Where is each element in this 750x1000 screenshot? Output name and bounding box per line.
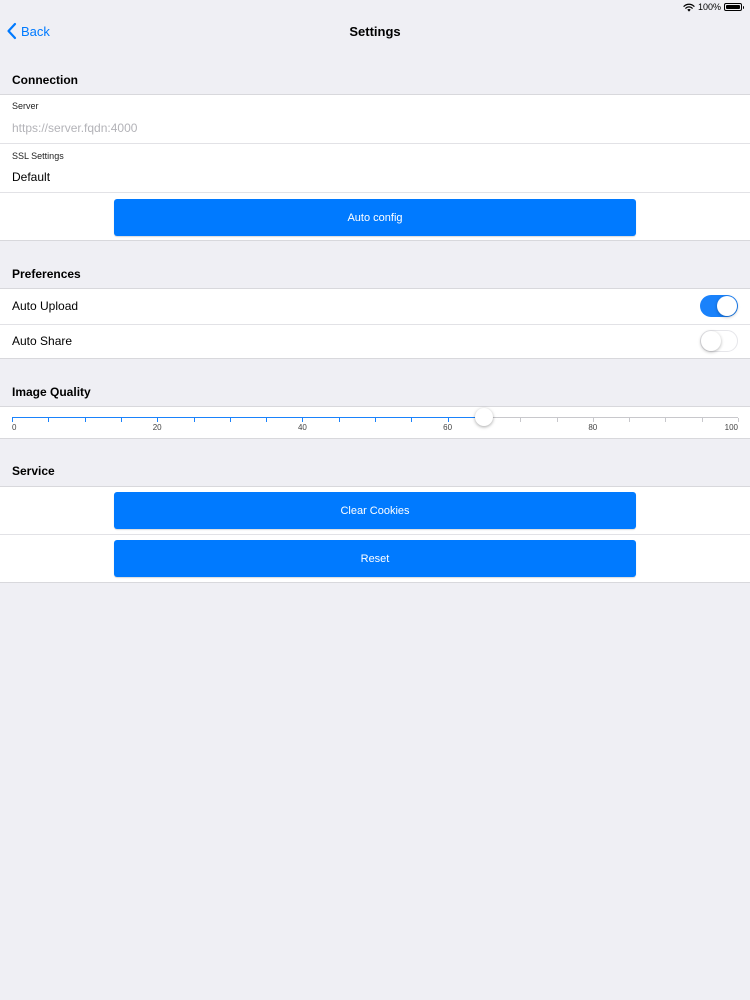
- slider-tick: [447, 418, 449, 422]
- slider-tick: [48, 418, 50, 422]
- slider-tick: [520, 418, 522, 422]
- reset-button[interactable]: Reset: [114, 540, 636, 577]
- preferences-group: Auto Upload Auto Share: [0, 288, 750, 359]
- slider-tick-label: 40: [297, 423, 307, 432]
- slider-thumb[interactable]: [474, 408, 493, 426]
- slider-tick-label: 80: [588, 423, 598, 432]
- auto-share-toggle[interactable]: [700, 330, 738, 352]
- service-group: Clear Cookies Reset: [0, 486, 750, 583]
- toggle-knob: [700, 330, 721, 351]
- auto-upload-toggle[interactable]: [700, 295, 738, 317]
- status-indicators: 100%: [683, 2, 744, 12]
- image-quality-group: 0 20 40 60 80 100: [0, 406, 750, 439]
- ssl-settings-value[interactable]: Default: [12, 170, 50, 184]
- slider-tick: [629, 418, 631, 422]
- connection-header: Connection: [12, 73, 78, 87]
- battery-icon: [724, 3, 744, 11]
- slider-tick: [556, 418, 558, 422]
- page-title: Settings: [349, 24, 401, 39]
- slider-tick: [12, 418, 13, 422]
- slider-tick: [375, 418, 376, 422]
- server-label: Server: [12, 101, 39, 111]
- slider-tick-label: 0: [12, 423, 17, 432]
- preferences-header: Preferences: [12, 267, 81, 281]
- slider-tick: [229, 418, 231, 422]
- slider-tick: [157, 418, 159, 422]
- slider-tick: [411, 418, 413, 422]
- connection-group: Server SSL Settings Default Auto config: [0, 94, 750, 241]
- slider-track-fill: [12, 417, 484, 418]
- navigation-bar: Back Settings: [0, 14, 750, 50]
- slider-tick-label: 20: [152, 423, 162, 432]
- slider-tick-label: 60: [443, 423, 453, 432]
- slider-tick-label: 100: [724, 423, 738, 432]
- slider-tick: [84, 418, 86, 422]
- row-separator: [0, 324, 750, 325]
- toggle-knob: [717, 296, 737, 316]
- row-separator: [0, 192, 750, 193]
- auto-config-button[interactable]: Auto config: [114, 199, 636, 236]
- slider-tick: [302, 418, 304, 422]
- row-separator: [0, 143, 750, 144]
- status-bar: 100%: [0, 0, 750, 14]
- battery-percentage: 100%: [697, 2, 721, 12]
- auto-upload-label: Auto Upload: [12, 299, 79, 313]
- image-quality-slider[interactable]: 0 20 40 60 80 100: [12, 407, 739, 437]
- ssl-settings-label: SSL Settings: [12, 151, 64, 161]
- slider-tick: [120, 418, 122, 422]
- row-separator: [0, 534, 750, 535]
- slider-tick: [665, 418, 667, 422]
- service-header: Service: [12, 464, 55, 478]
- slider-tick: [592, 418, 594, 422]
- auto-share-label: Auto Share: [12, 334, 73, 348]
- slider-tick: [193, 418, 195, 422]
- slider-tick: [266, 418, 268, 422]
- server-input[interactable]: [12, 120, 712, 136]
- image-quality-header: Image Quality: [12, 385, 91, 399]
- slider-tick: [338, 418, 340, 422]
- slider-tick: [701, 418, 703, 422]
- slider-tick: [738, 418, 739, 422]
- clear-cookies-button[interactable]: Clear Cookies: [114, 492, 636, 529]
- wifi-icon: [683, 3, 695, 12]
